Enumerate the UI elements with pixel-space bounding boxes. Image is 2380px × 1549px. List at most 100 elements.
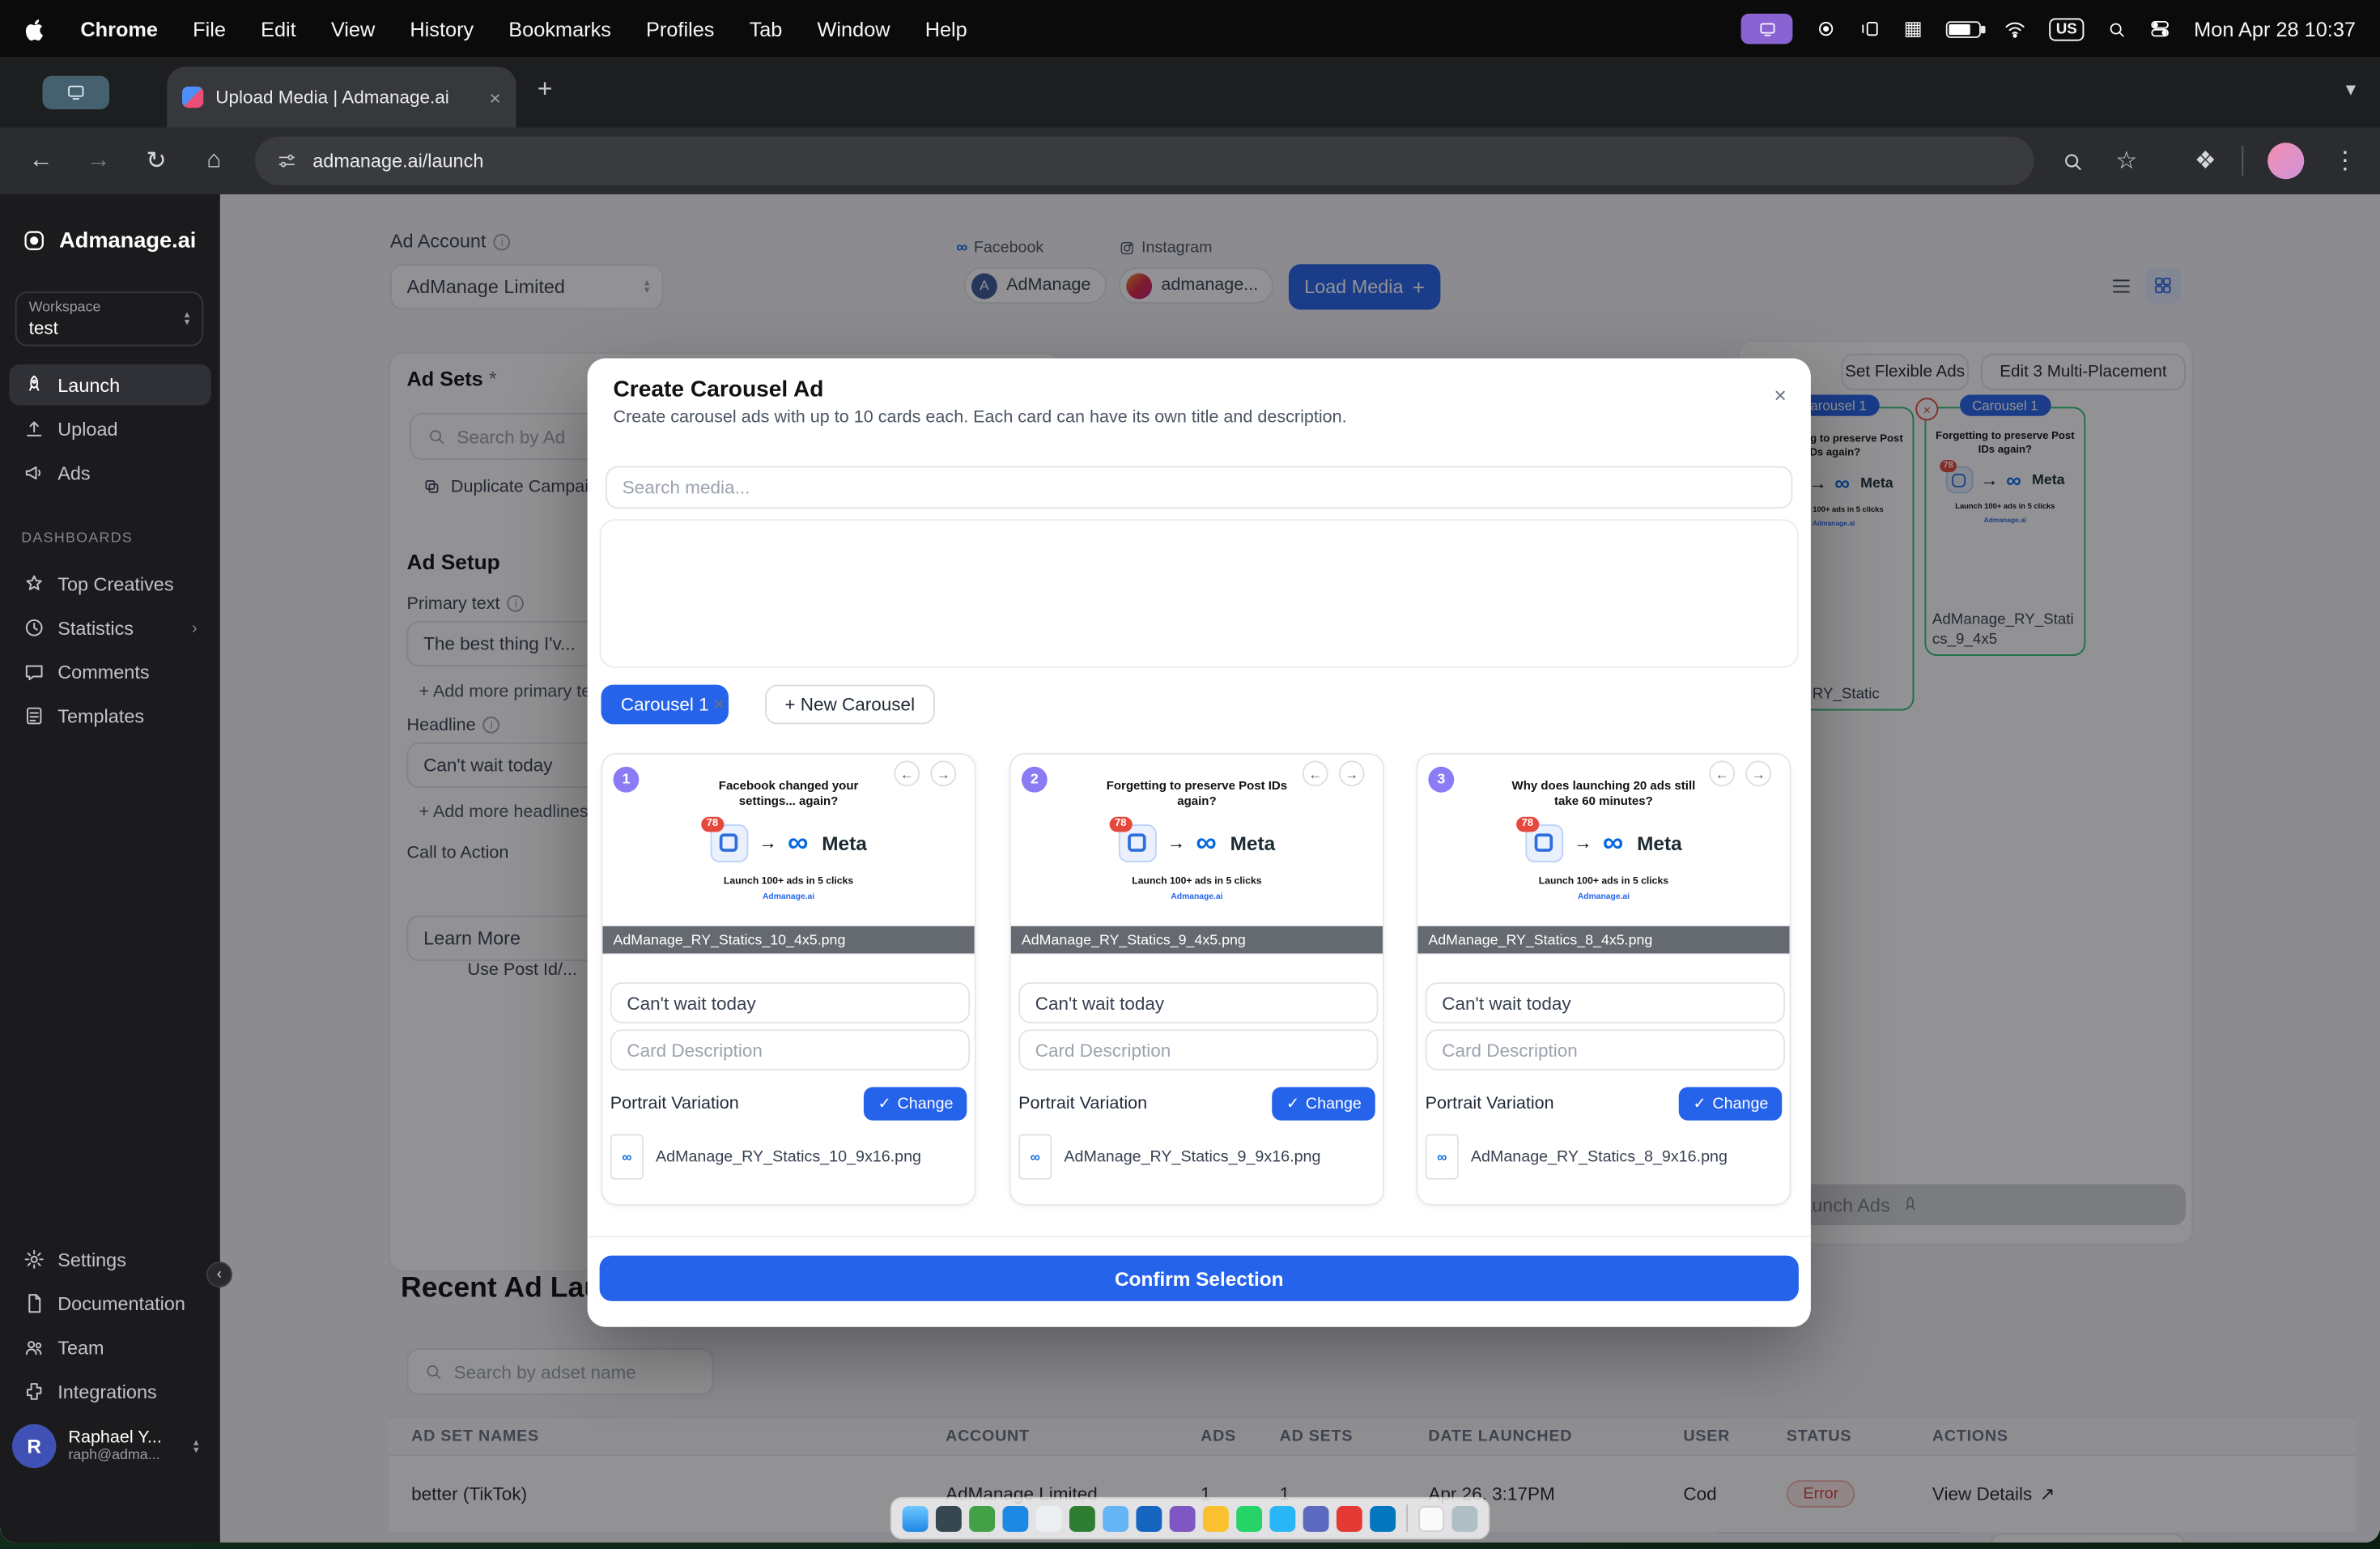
dock-app-icon[interactable] [969, 1505, 996, 1531]
sidebar-item-documentation[interactable]: Documentation [9, 1283, 210, 1324]
profile-avatar[interactable] [2267, 143, 2305, 180]
dock-app-icon[interactable] [902, 1505, 929, 1531]
sidebar-item-top-creatives[interactable]: Top Creatives [9, 564, 210, 605]
dock-trash-icon[interactable] [1451, 1505, 1478, 1531]
card-image[interactable]: Facebook changed your settings... again?… [602, 754, 975, 955]
menu-item-window[interactable]: Window [818, 18, 890, 40]
dock-app-icon[interactable] [1103, 1505, 1129, 1531]
tab-overview-icon[interactable]: ▾ [2346, 78, 2356, 102]
change-portrait-button[interactable]: ✓ Change [1679, 1087, 1783, 1121]
menu-item-chrome[interactable]: Chrome [80, 18, 158, 40]
dock-app-icon[interactable] [1269, 1505, 1296, 1531]
card-prev-button[interactable]: ← [894, 760, 920, 787]
dock-app-icon[interactable] [1035, 1505, 1062, 1531]
menu-item-history[interactable]: History [410, 18, 474, 40]
carousel-tab-close-icon[interactable]: × [713, 692, 725, 715]
search-icon[interactable] [2049, 128, 2094, 195]
menu-item-bookmarks[interactable]: Bookmarks [508, 18, 611, 40]
card-prev-button[interactable]: ← [1302, 760, 1328, 787]
card-description-input[interactable] [610, 1029, 971, 1070]
stage-manager-icon[interactable] [1859, 19, 1881, 40]
change-portrait-button[interactable]: ✓ Change [864, 1087, 967, 1121]
sidebar-item-upload[interactable]: Upload [9, 408, 210, 449]
dock-app-icon[interactable] [1202, 1505, 1229, 1531]
dock-app-icon[interactable] [1418, 1505, 1445, 1531]
sidebar-item-statistics[interactable]: Statistics › [9, 607, 210, 649]
menu-item-tab[interactable]: Tab [750, 18, 783, 40]
user-profile[interactable]: R Raphael Y... raph@adma... ▴ ▾ [12, 1423, 208, 1469]
confirm-selection-button[interactable]: Confirm Selection [599, 1255, 1799, 1301]
bookmark-star-icon[interactable]: ☆ [2104, 128, 2149, 195]
battery-icon[interactable] [1944, 20, 1985, 37]
change-portrait-button[interactable]: ✓ Change [1273, 1087, 1375, 1121]
kebab-menu-icon[interactable]: ⋮ [2323, 128, 2368, 195]
sidebar-collapse-button[interactable]: ‹ [206, 1262, 232, 1287]
url-bar[interactable]: admanage.ai/launch [255, 136, 2034, 185]
card-next-button[interactable]: → [1745, 760, 1772, 787]
card-filename: AdManage_RY_Statics_9_4x5.png [1010, 926, 1383, 954]
menu-item-help[interactable]: Help [925, 18, 967, 40]
tab-close-icon[interactable]: × [490, 86, 501, 109]
card-next-button[interactable]: → [1338, 760, 1365, 787]
close-icon[interactable]: × [1774, 383, 1787, 407]
sidebar-item-comments[interactable]: Comments [9, 651, 210, 692]
menu-item-edit[interactable]: Edit [261, 18, 296, 40]
home-icon[interactable]: ⌂ [191, 128, 236, 195]
sidebar-item-templates[interactable]: Templates [9, 696, 210, 737]
carousel-tab[interactable]: Carousel 1 [601, 684, 729, 725]
sidebar-item-launch[interactable]: Launch [9, 364, 211, 406]
dock-app-icon[interactable] [1169, 1505, 1196, 1531]
dock-app-icon[interactable] [1303, 1505, 1329, 1531]
spotlight-search-icon[interactable] [2107, 19, 2127, 38]
menu-item-profiles[interactable]: Profiles [646, 18, 714, 40]
card-prev-button[interactable]: ← [1709, 760, 1736, 787]
media-selection-area[interactable] [599, 519, 1799, 668]
carousel-card: Why does launching 20 ads still take 60 … [1416, 753, 1791, 1206]
media-search-input[interactable] [606, 466, 1793, 509]
forward-icon[interactable]: → [76, 128, 121, 195]
dock-app-icon[interactable] [1370, 1505, 1396, 1531]
browser-tab[interactable]: Upload Media | Admanage.ai × [167, 66, 516, 128]
card-description-input[interactable] [1425, 1029, 1785, 1070]
site-settings-icon[interactable] [276, 151, 297, 172]
dock-app-icon[interactable] [1069, 1505, 1095, 1531]
browser-window: Upload Media | Admanage.ai × + ▾ ← → ↻ ⌂… [0, 57, 2380, 1543]
back-icon[interactable]: ← [19, 128, 64, 195]
sidebar-item-settings[interactable]: Settings [9, 1239, 210, 1280]
dock-app-icon[interactable] [935, 1505, 962, 1531]
workspace-selector[interactable]: Workspace test ▴ ▾ [15, 292, 204, 347]
dock-app-icon[interactable] [1236, 1505, 1263, 1531]
dock-app-icon[interactable] [1336, 1505, 1362, 1531]
sidebar-item-ads[interactable]: Ads [9, 453, 210, 494]
dock-app-icon[interactable] [1136, 1505, 1162, 1531]
user-avatar: R [12, 1423, 57, 1469]
screen-record-icon[interactable] [1816, 19, 1837, 40]
sidebar-item-integrations[interactable]: Integrations [9, 1371, 210, 1412]
card-image[interactable]: Forgetting to preserve Post IDs again? 7… [1010, 754, 1383, 955]
wifi-icon[interactable] [2003, 18, 2025, 40]
extensions-icon[interactable]: ❖ [2182, 128, 2228, 195]
reload-icon[interactable]: ↻ [134, 128, 179, 195]
meta-logo-icon: ∞ [787, 827, 809, 859]
card-title-input[interactable] [610, 982, 971, 1023]
card-next-button[interactable]: → [930, 760, 957, 787]
screen-sharing-status-icon[interactable] [1741, 13, 1793, 45]
menubar-clock[interactable]: Mon Apr 28 10:37 [2194, 18, 2356, 40]
brand[interactable]: Admanage.ai [21, 228, 196, 253]
apple-menu-icon[interactable] [24, 17, 45, 41]
launchpad-icon[interactable]: ▦ [1904, 17, 1923, 41]
menu-item-view[interactable]: View [331, 18, 375, 40]
menu-item-file[interactable]: File [193, 18, 226, 40]
new-tab-button[interactable]: + [538, 74, 553, 105]
card-description-input[interactable] [1018, 1029, 1379, 1070]
dock-app-icon[interactable] [1002, 1505, 1029, 1531]
new-carousel-button[interactable]: + New Carousel [765, 684, 935, 725]
control-center-icon[interactable] [2150, 19, 2171, 40]
sidebar-item-team[interactable]: Team [9, 1327, 210, 1368]
input-source-badge[interactable]: US [2048, 17, 2085, 40]
admanage-app-icon: 78 [701, 816, 749, 862]
card-image[interactable]: Why does launching 20 ads still take 60 … [1417, 754, 1790, 955]
card-title-input[interactable] [1018, 982, 1379, 1023]
card-title-input[interactable] [1425, 982, 1785, 1023]
window-controls-pill[interactable] [42, 75, 109, 109]
